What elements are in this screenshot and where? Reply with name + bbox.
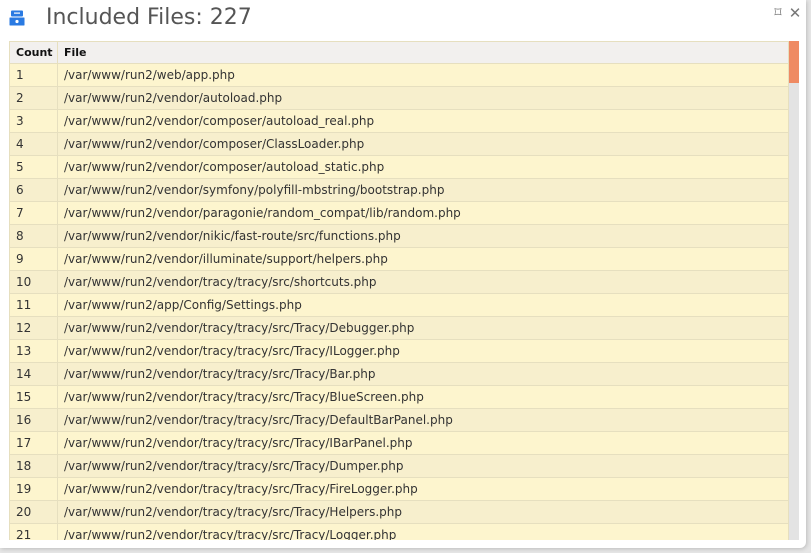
row-file-cell: /var/www/run2/vendor/tracy/tracy/src/Tra…: [57, 500, 789, 524]
table-row: 4/var/www/run2/vendor/composer/ClassLoad…: [9, 132, 789, 156]
row-count-cell: 21: [9, 523, 58, 540]
table-row: 10/var/www/run2/vendor/tracy/tracy/src/s…: [9, 270, 789, 294]
column-header-file: File: [57, 41, 789, 64]
table-row: 2/var/www/run2/vendor/autoload.php: [9, 86, 789, 110]
table-row: 12/var/www/run2/vendor/tracy/tracy/src/T…: [9, 316, 789, 340]
row-count-cell: 1: [9, 63, 58, 87]
row-file-cell: /var/www/run2/vendor/tracy/tracy/src/sho…: [57, 270, 789, 294]
files-table-container: Count File 1/var/www/run2/web/app.php 2/v…: [9, 41, 799, 540]
row-file-cell: /var/www/run2/vendor/composer/autoload_r…: [57, 109, 789, 133]
panel-title-bar[interactable]: Included Files: 227 ⌑ ✕: [0, 0, 806, 38]
row-count-cell: 7: [9, 201, 58, 225]
table-row: 9/var/www/run2/vendor/illuminate/support…: [9, 247, 789, 271]
table-header-row: Count File: [9, 41, 789, 64]
table-row: 5/var/www/run2/vendor/composer/autoload_…: [9, 155, 789, 179]
row-count-cell: 8: [9, 224, 58, 248]
row-count-cell: 14: [9, 362, 58, 386]
table-row: 13/var/www/run2/vendor/tracy/tracy/src/T…: [9, 339, 789, 363]
table-row: 16/var/www/run2/vendor/tracy/tracy/src/T…: [9, 408, 789, 432]
table-row: 18/var/www/run2/vendor/tracy/tracy/src/T…: [9, 454, 789, 478]
row-file-cell: /var/www/run2/vendor/symfony/polyfill-mb…: [57, 178, 789, 202]
row-file-cell: /var/www/run2/vendor/illuminate/support/…: [57, 247, 789, 271]
detach-window-icon[interactable]: ⌑: [771, 5, 785, 21]
table-row: 20/var/www/run2/vendor/tracy/tracy/src/T…: [9, 500, 789, 524]
row-file-cell: /var/www/run2/web/app.php: [57, 63, 789, 87]
row-count-cell: 17: [9, 431, 58, 455]
table-row: 17/var/www/run2/vendor/tracy/tracy/src/T…: [9, 431, 789, 455]
row-file-cell: /var/www/run2/vendor/composer/autoload_s…: [57, 155, 789, 179]
table-row: 3/var/www/run2/vendor/composer/autoload_…: [9, 109, 789, 133]
table-row: 21/var/www/run2/vendor/tracy/tracy/src/T…: [9, 523, 789, 540]
row-count-cell: 15: [9, 385, 58, 409]
row-count-cell: 20: [9, 500, 58, 524]
row-count-cell: 11: [9, 293, 58, 317]
panel-title: Included Files: 227: [46, 5, 252, 30]
row-file-cell: /var/www/run2/vendor/tracy/tracy/src/Tra…: [57, 339, 789, 363]
table-row: 1/var/www/run2/web/app.php: [9, 63, 789, 87]
row-file-cell: /var/www/run2/vendor/composer/ClassLoade…: [57, 132, 789, 156]
column-header-count: Count: [9, 41, 58, 64]
row-file-cell: /var/www/run2/vendor/tracy/tracy/src/Tra…: [57, 408, 789, 432]
row-file-cell: /var/www/run2/vendor/tracy/tracy/src/Tra…: [57, 477, 789, 501]
row-file-cell: /var/www/run2/vendor/autoload.php: [57, 86, 789, 110]
row-count-cell: 12: [9, 316, 58, 340]
table-row: 14/var/www/run2/vendor/tracy/tracy/src/T…: [9, 362, 789, 386]
row-count-cell: 18: [9, 454, 58, 478]
close-icon[interactable]: ✕: [788, 5, 802, 21]
row-file-cell: /var/www/run2/vendor/tracy/tracy/src/Tra…: [57, 523, 789, 540]
scrollbar-thumb[interactable]: [789, 41, 799, 83]
row-count-cell: 16: [9, 408, 58, 432]
table-row: 7/var/www/run2/vendor/paragonie/random_c…: [9, 201, 789, 225]
row-count-cell: 4: [9, 132, 58, 156]
row-count-cell: 2: [9, 86, 58, 110]
row-file-cell: /var/www/run2/app/Config/Settings.php: [57, 293, 789, 317]
row-count-cell: 13: [9, 339, 58, 363]
row-file-cell: /var/www/run2/vendor/tracy/tracy/src/Tra…: [57, 362, 789, 386]
row-count-cell: 6: [9, 178, 58, 202]
included-files-table: Count File 1/var/www/run2/web/app.php 2/v…: [9, 41, 789, 540]
row-count-cell: 9: [9, 247, 58, 271]
table-row: 15/var/www/run2/vendor/tracy/tracy/src/T…: [9, 385, 789, 409]
table-row: 8/var/www/run2/vendor/nikic/fast-route/s…: [9, 224, 789, 248]
table-row: 11/var/www/run2/app/Config/Settings.php: [9, 293, 789, 317]
row-count-cell: 10: [9, 270, 58, 294]
row-file-cell: /var/www/run2/vendor/tracy/tracy/src/Tra…: [57, 316, 789, 340]
row-file-cell: /var/www/run2/vendor/nikic/fast-route/sr…: [57, 224, 789, 248]
table-row: 6/var/www/run2/vendor/symfony/polyfill-m…: [9, 178, 789, 202]
row-file-cell: /var/www/run2/vendor/tracy/tracy/src/Tra…: [57, 385, 789, 409]
included-files-panel: Included Files: 227 ⌑ ✕ Count File 1/var…: [0, 0, 806, 548]
row-file-cell: /var/www/run2/vendor/tracy/tracy/src/Tra…: [57, 431, 789, 455]
vertical-scrollbar[interactable]: [789, 41, 799, 540]
table-row: 19/var/www/run2/vendor/tracy/tracy/src/T…: [9, 477, 789, 501]
row-count-cell: 5: [9, 155, 58, 179]
row-file-cell: /var/www/run2/vendor/tracy/tracy/src/Tra…: [57, 454, 789, 478]
file-cabinet-icon: [9, 10, 25, 26]
row-count-cell: 19: [9, 477, 58, 501]
row-count-cell: 3: [9, 109, 58, 133]
row-file-cell: /var/www/run2/vendor/paragonie/random_co…: [57, 201, 789, 225]
